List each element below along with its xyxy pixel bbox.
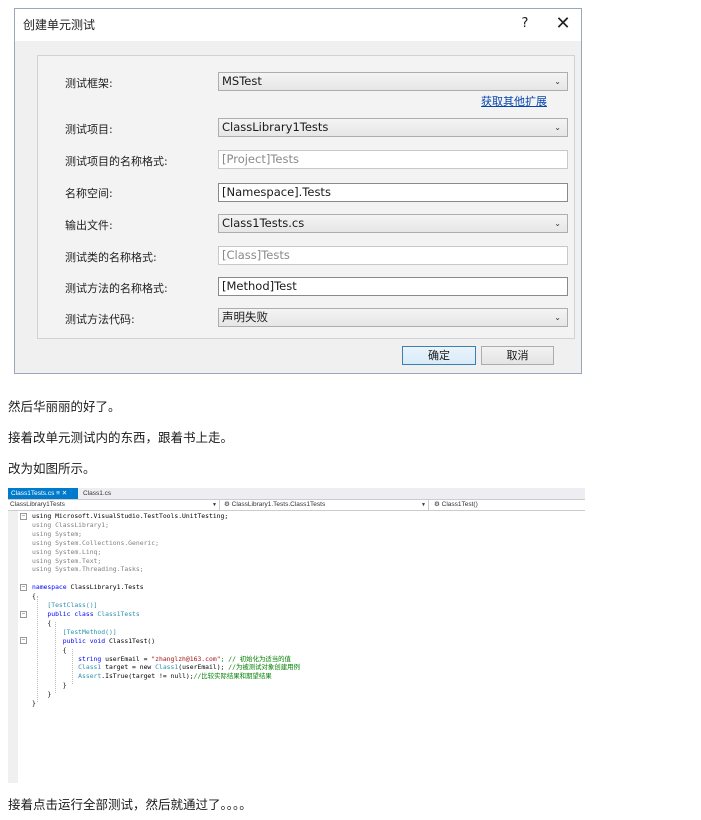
chevron-down-icon: ⌄ bbox=[554, 313, 561, 322]
fold-toggle-icon[interactable]: − bbox=[20, 611, 27, 618]
framework-select[interactable]: MSTest ⌄ bbox=[218, 72, 568, 91]
chevron-down-icon: ⌄ bbox=[554, 77, 561, 86]
method-icon: ⚙ bbox=[434, 501, 442, 508]
dialog-title: 创建单元测试 bbox=[23, 18, 96, 32]
method-code-select[interactable]: 声明失败 ⌄ bbox=[218, 308, 568, 327]
close-icon[interactable]: ✕ bbox=[552, 12, 574, 36]
chevron-down-icon: ▼ bbox=[212, 502, 217, 508]
project-name-format-field: [Project]Tests bbox=[218, 150, 568, 169]
class-name-format-label: 测试类的名称格式: bbox=[65, 251, 157, 264]
editor-tabstrip: Class1Tests.cs ≡ ✕ Class1.cs bbox=[8, 488, 585, 499]
paragraph-3: 改为如图所示。 bbox=[8, 461, 96, 476]
method-name-format-label: 测试方法的名称格式: bbox=[65, 282, 168, 295]
editor-navbar: ClassLibrary1Tests ▼ ⚙ ClassLibrary1.Test… bbox=[8, 499, 585, 511]
paragraph-2: 接着改单元测试内的东西，跟着书上走。 bbox=[8, 430, 234, 445]
code-text[interactable]: using Microsoft.VisualStudio.TestTools.U… bbox=[32, 512, 585, 783]
chevron-down-icon: ▼ bbox=[421, 502, 426, 508]
help-button[interactable]: ? bbox=[517, 14, 533, 34]
editor-gutter bbox=[8, 511, 18, 783]
code-line: using System.Linq; bbox=[32, 547, 102, 556]
code-line: using System.Text; bbox=[32, 556, 102, 565]
output-file-select[interactable]: Class1Tests.cs ⌄ bbox=[218, 214, 568, 233]
tab-class1tests[interactable]: Class1Tests.cs ≡ ✕ bbox=[8, 488, 78, 499]
class-name-format-field: [Class]Tests bbox=[218, 246, 568, 265]
code-line: using System.Collections.Generic; bbox=[32, 538, 159, 547]
chevron-down-icon: ⌄ bbox=[554, 219, 561, 228]
framework-label: 测试框架: bbox=[65, 77, 113, 90]
project-select[interactable]: ClassLibrary1Tests ⌄ bbox=[218, 118, 568, 137]
nav-project-select[interactable]: ClassLibrary1Tests ▼ bbox=[8, 500, 220, 510]
nav-method-select[interactable]: ⚙ Class1Test() bbox=[432, 500, 585, 510]
fold-toggle-icon[interactable]: − bbox=[20, 513, 27, 520]
project-label: 测试项目: bbox=[65, 123, 113, 136]
code-line: ClassLibrary1.Tests bbox=[70, 583, 144, 592]
code-line: using System; bbox=[32, 529, 83, 538]
get-more-extensions-link[interactable]: 获取其他扩展 bbox=[481, 93, 547, 109]
method-code-label: 测试方法代码: bbox=[65, 313, 135, 326]
tab-class1[interactable]: Class1.cs bbox=[80, 488, 120, 499]
output-file-label: 输出文件: bbox=[65, 219, 113, 232]
namespace-label: 名称空间: bbox=[65, 187, 113, 200]
namespace-field[interactable]: [Namespace].Tests bbox=[218, 183, 568, 202]
code-line: using System.Threading.Tasks; bbox=[32, 565, 144, 574]
code-editor-screenshot: Class1Tests.cs ≡ ✕ Class1.cs ClassLibrar… bbox=[8, 488, 585, 783]
create-unit-tests-dialog: 创建单元测试 ? ✕ 测试框架: MSTest ⌄ 测试项目: ClassLibr… bbox=[14, 8, 582, 374]
fold-toggle-icon[interactable]: − bbox=[20, 637, 27, 644]
ok-button[interactable]: 确定 bbox=[402, 346, 476, 365]
nav-class-select[interactable]: ⚙ ClassLibrary1.Tests.Class1Tests ▼ bbox=[222, 500, 429, 510]
cancel-button[interactable]: 取消 bbox=[481, 346, 554, 365]
chevron-down-icon: ⌄ bbox=[554, 123, 561, 132]
dialog-titlebar: 创建单元测试 ? ✕ bbox=[15, 9, 581, 41]
project-name-format-label: 测试项目的名称格式: bbox=[65, 155, 168, 168]
paragraph-4: 接着点击运行全部测试，然后就通过了。。。。 bbox=[8, 797, 252, 812]
code-line: using ClassLibrary1; bbox=[32, 520, 109, 529]
fold-toggle-icon[interactable]: − bbox=[20, 584, 27, 591]
paragraph-1: 然后华丽丽的好了。 bbox=[8, 399, 121, 414]
method-name-format-field[interactable]: [Method]Test bbox=[218, 277, 568, 296]
class-icon: ⚙ bbox=[224, 501, 232, 508]
code-line: using Microsoft.VisualStudio.TestTools.U… bbox=[32, 512, 229, 520]
